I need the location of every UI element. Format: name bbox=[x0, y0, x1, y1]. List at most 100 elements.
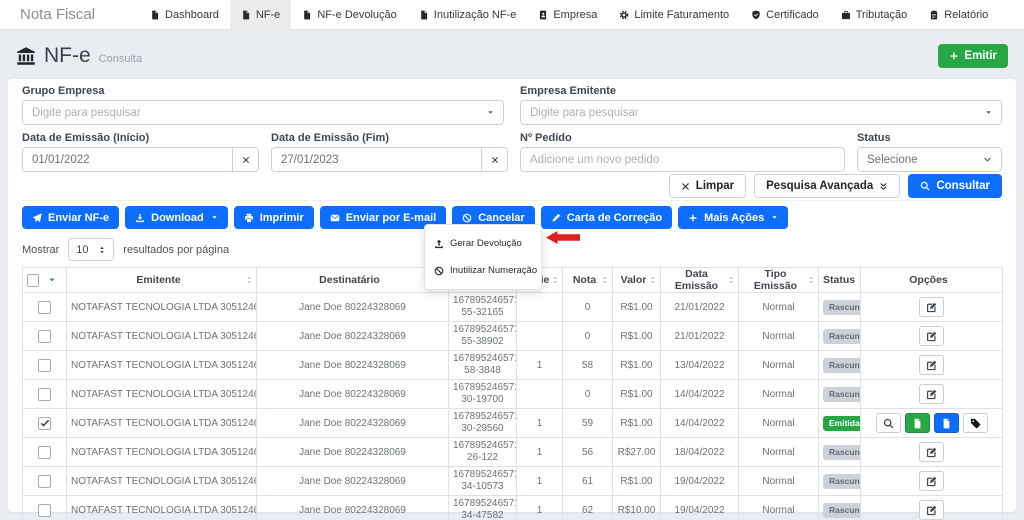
action-label: Mais Ações bbox=[704, 212, 764, 224]
row-checkbox[interactable] bbox=[38, 388, 51, 401]
nav-item-relatorio[interactable]: Relatório bbox=[918, 0, 999, 29]
tag-button[interactable] bbox=[963, 413, 988, 433]
status-badge: Rascunho bbox=[823, 445, 861, 460]
row-checkbox[interactable] bbox=[38, 504, 51, 517]
consultar-button[interactable]: Consultar bbox=[908, 174, 1002, 198]
cell-status: Rascunho bbox=[819, 467, 861, 496]
page-content: NF-e Consulta Emitir Grupo Empresa Digit… bbox=[0, 30, 1024, 512]
status-badge: Rascunho bbox=[823, 387, 861, 402]
cell-valor: R$10.00 bbox=[613, 496, 661, 520]
nav-item-empresa[interactable]: Empresa bbox=[527, 0, 608, 29]
caret-down-icon bbox=[211, 214, 218, 221]
sort-icon[interactable] bbox=[551, 276, 559, 284]
limpar-button[interactable]: Limpar bbox=[669, 174, 746, 198]
menu-item-inutilizar-numeracao[interactable]: Inutilizar Numeração bbox=[425, 257, 541, 284]
bulk-actions-toolbar: Enviar NF-e Download Imprimir Enviar por E-… bbox=[22, 200, 1002, 229]
cell-select bbox=[23, 438, 67, 467]
data-inicio-input[interactable] bbox=[22, 147, 233, 172]
sort-icon[interactable] bbox=[601, 276, 609, 284]
cell-opcoes bbox=[861, 438, 1003, 467]
edit-button[interactable] bbox=[919, 384, 944, 404]
clear-data-inicio-button[interactable] bbox=[232, 147, 259, 172]
edit-button[interactable] bbox=[919, 297, 944, 317]
view-details-button[interactable] bbox=[876, 413, 901, 433]
file-icon bbox=[419, 10, 429, 20]
status-badge: Rascunho bbox=[823, 503, 861, 518]
mais-acoes-button[interactable]: Mais Ações bbox=[678, 206, 788, 229]
column-destinatario[interactable]: Destinatário bbox=[257, 268, 449, 293]
nav-item-nf-e[interactable]: NF-e bbox=[230, 0, 291, 29]
pesquisa-avancada-button[interactable]: Pesquisa Avançada bbox=[754, 174, 900, 198]
row-checkbox[interactable] bbox=[38, 475, 51, 488]
empresa-emitente-select[interactable]: Digite para pesquisar bbox=[520, 100, 1002, 125]
page-size-select[interactable]: 10 bbox=[68, 238, 114, 261]
sort-icon[interactable] bbox=[727, 276, 735, 284]
row-checkbox[interactable] bbox=[38, 301, 51, 314]
x-icon bbox=[681, 182, 690, 191]
cell-opcoes bbox=[861, 322, 1003, 351]
cell-emitente: NOTAFAST TECNOLOGIA LTDA 30512468000126 bbox=[67, 409, 257, 438]
nav-item-inutilizacao-nf-e[interactable]: Inutilização NF-e bbox=[408, 0, 528, 29]
nav-item-nf-e-devolucao[interactable]: NF-e Devolução bbox=[291, 0, 407, 29]
status-select[interactable]: Selecione bbox=[857, 147, 1002, 172]
nav-item-dashboard[interactable]: Dashboard bbox=[139, 0, 230, 29]
edit-button[interactable] bbox=[919, 326, 944, 346]
nav-item-label: Certificado bbox=[766, 9, 819, 21]
table-row: NOTAFAST TECNOLOGIA LTDA 30512468000126J… bbox=[23, 293, 1003, 322]
nav-item-tributacao[interactable]: Tributação bbox=[830, 0, 919, 29]
row-checkbox[interactable] bbox=[38, 330, 51, 343]
sort-icon[interactable] bbox=[245, 276, 253, 284]
cell-status: Rascunho bbox=[819, 351, 861, 380]
sort-icon[interactable] bbox=[807, 276, 815, 284]
cell-destinatario: Jane Doe 80224328069 bbox=[257, 293, 449, 322]
status-badge: Rascunho bbox=[823, 300, 861, 315]
nfe-table: EmitenteDestinatárioSérieNotaValorData E… bbox=[22, 267, 1003, 520]
column-tipo-emissao[interactable]: Tipo Emissão bbox=[739, 268, 819, 293]
column-label: Tipo Emissão bbox=[754, 268, 797, 292]
download-button[interactable]: Download bbox=[125, 206, 228, 229]
document-green-button[interactable] bbox=[905, 413, 930, 433]
pedido-input[interactable] bbox=[520, 147, 845, 172]
column-data-emissao[interactable]: Data Emissão bbox=[661, 268, 739, 293]
carta-de-correcao-button[interactable]: Carta de Correção bbox=[541, 206, 672, 229]
page-subtitle: Consulta bbox=[99, 53, 142, 65]
select-all-checkbox[interactable] bbox=[27, 274, 39, 287]
column-emitente[interactable]: Emitente bbox=[67, 268, 257, 293]
row-checkbox[interactable] bbox=[38, 417, 51, 430]
edit-button[interactable] bbox=[919, 442, 944, 462]
column-label: Status bbox=[823, 274, 855, 286]
edit-button[interactable] bbox=[919, 500, 944, 520]
imprimir-button[interactable]: Imprimir bbox=[234, 206, 314, 229]
edit-button[interactable] bbox=[919, 355, 944, 375]
column-nota[interactable]: Nota bbox=[563, 268, 613, 293]
cell-destinatario: Jane Doe 80224328069 bbox=[257, 409, 449, 438]
enviar-nf-e-button[interactable]: Enviar NF-e bbox=[22, 206, 119, 229]
table-body: NOTAFAST TECNOLOGIA LTDA 30512468000126J… bbox=[23, 293, 1003, 520]
nav-item-limite-faturamento[interactable]: Limite Faturamento bbox=[608, 0, 740, 29]
row-checkbox[interactable] bbox=[38, 446, 51, 459]
nav-item-label: Relatório bbox=[944, 9, 988, 21]
data-fim-input[interactable] bbox=[271, 147, 482, 172]
menu-item-label: Gerar Devolução bbox=[450, 238, 522, 249]
cell-tipo-emissao: Normal bbox=[739, 322, 819, 351]
cell-emitente: NOTAFAST TECNOLOGIA LTDA 30512468000126 bbox=[67, 380, 257, 409]
menu-item-gerar-devolucao[interactable]: Gerar Devolução bbox=[425, 230, 541, 257]
action-label: Enviar por E-mail bbox=[346, 212, 436, 224]
cell-emitente: NOTAFAST TECNOLOGIA LTDA 30512468000126 bbox=[67, 467, 257, 496]
emitir-button[interactable]: Emitir bbox=[938, 44, 1008, 68]
table-row: NOTAFAST TECNOLOGIA LTDA 30512468000126J… bbox=[23, 380, 1003, 409]
grupo-empresa-select[interactable]: Digite para pesquisar bbox=[22, 100, 504, 125]
cell-valor: R$27.00 bbox=[613, 438, 661, 467]
row-checkbox[interactable] bbox=[38, 359, 51, 372]
clear-data-fim-button[interactable] bbox=[481, 147, 508, 172]
column-opcoes: Opções bbox=[861, 268, 1003, 293]
edit-button[interactable] bbox=[919, 471, 944, 491]
sort-icon[interactable] bbox=[649, 276, 657, 284]
brand: Nota Fiscal bbox=[20, 6, 95, 23]
column-label: Nota bbox=[573, 274, 596, 286]
document-blue-button[interactable] bbox=[934, 413, 959, 433]
header-caret-down-icon[interactable] bbox=[48, 276, 56, 284]
nav-item-certificado[interactable]: Certificado bbox=[740, 0, 830, 29]
column-valor[interactable]: Valor bbox=[613, 268, 661, 293]
table-row: NOTAFAST TECNOLOGIA LTDA 30512468000126J… bbox=[23, 322, 1003, 351]
